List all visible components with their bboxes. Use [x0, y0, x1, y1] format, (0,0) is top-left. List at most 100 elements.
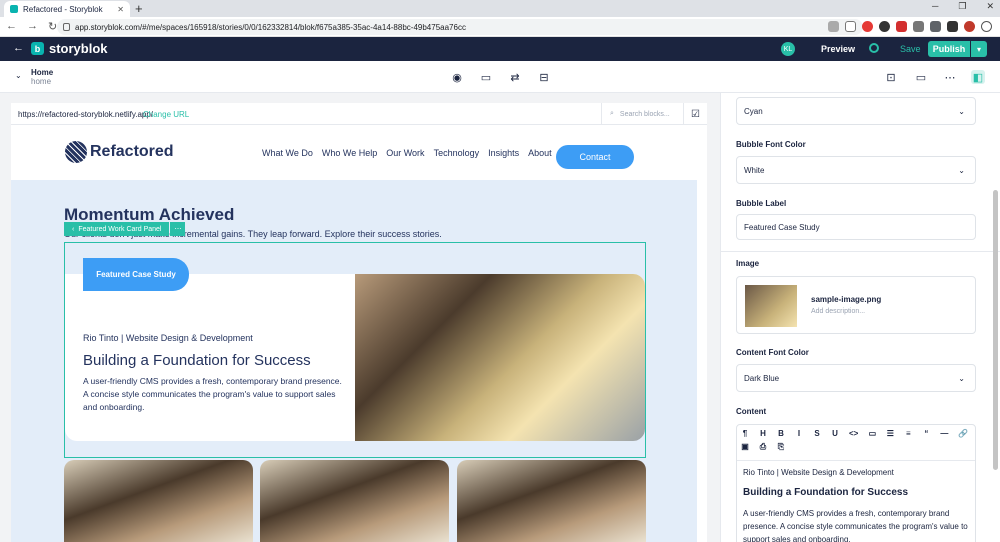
site-logo-text: Refactored [90, 143, 174, 160]
device-icon[interactable]: ▭ [914, 70, 928, 84]
asset-description-input[interactable]: Add description... [811, 308, 865, 315]
ordered-list-icon[interactable]: ≡ [904, 429, 912, 438]
work-thumbnail[interactable] [64, 460, 253, 542]
bullet-list-icon[interactable]: ☰ [886, 429, 894, 438]
reload-icon[interactable]: ↻ [48, 20, 57, 33]
url-field[interactable]: app.storyblok.com/#/me/spaces/165918/sto… [57, 19, 863, 35]
maximize-icon[interactable]: ❐ [958, 1, 966, 12]
site-logo[interactable]: Refactored [65, 141, 174, 163]
italic-icon[interactable]: I [795, 429, 803, 438]
forward-icon[interactable]: → [27, 20, 38, 33]
image-asset[interactable]: sample-image.png Add description... [736, 276, 976, 334]
work-thumbnail[interactable] [457, 460, 646, 542]
paragraph-icon[interactable]: ¶ [741, 429, 749, 438]
image-label: Image [736, 259, 760, 268]
window-close-icon[interactable]: ✕ [986, 1, 994, 12]
site-preview: Refactored What We Do Who We Help Our Wo… [11, 125, 697, 542]
extension-m-icon[interactable] [913, 21, 924, 32]
extension-badge-icon[interactable] [896, 21, 907, 32]
sidepanel-icon[interactable] [947, 21, 958, 32]
puzzle-icon[interactable] [930, 21, 941, 32]
more-icon[interactable]: ⋯ [943, 70, 957, 84]
contact-button[interactable]: Contact [556, 145, 634, 169]
save-button[interactable]: Save [900, 44, 921, 54]
target-icon[interactable]: ◉ [450, 70, 464, 84]
preview-frame: https://refactored-storyblok.netlify.app… [11, 103, 707, 542]
share-icon[interactable] [828, 21, 839, 32]
featured-work-card[interactable]: Rio Tinto | Website Design & Development… [64, 242, 646, 458]
refactored-logo-icon [65, 141, 87, 163]
work-thumbnail[interactable] [260, 460, 449, 542]
heading-icon[interactable]: H [759, 429, 767, 438]
code-block-icon[interactable]: ▭ [868, 429, 877, 438]
screenshot-icon[interactable]: ⊡ [884, 70, 898, 84]
back-icon[interactable]: ← [6, 20, 17, 33]
block-label[interactable]: ‹ Featured Work Card Panel [64, 222, 170, 236]
new-tab-icon[interactable]: + [135, 1, 143, 16]
underline-icon[interactable]: U [831, 429, 839, 438]
back-arrow-icon[interactable]: ← [13, 42, 24, 54]
edit-mode-icon[interactable]: ☑ [683, 103, 707, 125]
block-icon[interactable]: ⎙ [759, 442, 767, 452]
nav-item[interactable]: Who We Help [322, 148, 377, 158]
nav-item[interactable]: About [528, 148, 552, 158]
lock-icon [63, 23, 70, 31]
editor-toolbar: ⌄ Home home ◉ ▭ ⇄ ⊟ ⊡ ▭ ⋯ ◧ [0, 61, 1000, 93]
search-icon: ⌕ [610, 110, 614, 117]
block-more-icon[interactable]: ⋯ [170, 222, 186, 236]
richtext-editor[interactable]: ¶ H B I S U <> ▭ ☰ ≡ “ — 🔗 ▣ ⎙ ⎘ Rio Tin… [736, 424, 976, 542]
bubble-font-color-select[interactable]: White ⌄ [736, 156, 976, 184]
preview-button[interactable]: Preview [821, 44, 855, 54]
address-bar: ← → ↻ app.storyblok.com/#/me/spaces/1659… [0, 17, 1000, 37]
content-font-color-select[interactable]: Dark Blue ⌄ [736, 364, 976, 392]
quote-icon[interactable]: “ [922, 429, 930, 438]
nav-item[interactable]: Our Work [386, 148, 424, 158]
search-placeholder: Search blocks... [619, 110, 670, 118]
layout-icon[interactable]: ⊟ [537, 70, 551, 84]
profile-icon[interactable] [964, 21, 975, 32]
comment-icon[interactable]: ▭ [479, 70, 493, 84]
bubble-color-value: Cyan [744, 106, 763, 116]
card-body: Rio Tinto | Website Design & Development… [65, 274, 645, 441]
nav-item[interactable]: Technology [434, 148, 480, 158]
story-selector[interactable]: Home home [31, 68, 53, 86]
block-tag[interactable]: ‹ Featured Work Card Panel ⋯ [64, 222, 186, 236]
visual-mode-icon[interactable] [869, 43, 879, 53]
search-blocks-input[interactable]: ⌕ Search blocks... [601, 103, 683, 125]
chevron-left-icon: ‹ [72, 225, 75, 233]
code-icon[interactable]: <> [849, 429, 858, 438]
minimize-icon[interactable]: ─ [932, 1, 938, 12]
nav-item[interactable]: Insights [488, 148, 519, 158]
panel-toggle-icon[interactable]: ◧ [971, 70, 985, 84]
frame-bar: https://refactored-storyblok.netlify.app… [11, 103, 707, 125]
browser-tab[interactable]: Refactored - Storyblok ✕ [4, 1, 130, 17]
site-nav: What We Do Who We Help Our Work Technolo… [262, 148, 552, 158]
card-title: Building a Foundation for Success [83, 352, 311, 369]
extension-red-icon[interactable] [862, 21, 873, 32]
publish-button[interactable]: Publish [928, 41, 970, 57]
link-icon[interactable]: 🔗 [958, 429, 968, 438]
bubble-label-input[interactable]: Featured Case Study [736, 214, 976, 240]
bubble-font-color-value: White [744, 165, 765, 175]
bubble-color-select[interactable]: Cyan ⌄ [736, 97, 976, 125]
copy-icon[interactable]: ⎘ [777, 442, 785, 452]
star-icon[interactable] [845, 21, 856, 32]
horizontal-rule-icon[interactable]: — [940, 429, 948, 438]
content-font-color-value: Dark Blue [744, 373, 780, 383]
menu-icon[interactable] [981, 21, 992, 32]
image-icon[interactable]: ▣ [741, 442, 749, 452]
strike-icon[interactable]: S [813, 429, 821, 438]
richtext-toolbar: ¶ H B I S U <> ▭ ☰ ≡ “ — 🔗 ▣ ⎙ ⎘ [741, 429, 971, 452]
richtext-meta: Rio Tinto | Website Design & Development [743, 468, 894, 477]
extension-dark-icon[interactable] [879, 21, 890, 32]
avatar[interactable]: KL [781, 42, 795, 56]
publish-dropdown-icon[interactable]: ▾ [971, 41, 987, 57]
swap-icon[interactable]: ⇄ [508, 70, 522, 84]
chevron-down-icon[interactable]: ⌄ [15, 71, 22, 80]
change-url-link[interactable]: Change URL [143, 110, 189, 119]
close-tab-icon[interactable]: ✕ [117, 5, 124, 14]
panel-scrollbar[interactable] [993, 190, 998, 470]
bold-icon[interactable]: B [777, 429, 785, 438]
richtext-body: A user-friendly CMS provides a fresh, co… [743, 509, 968, 542]
nav-item[interactable]: What We Do [262, 148, 313, 158]
